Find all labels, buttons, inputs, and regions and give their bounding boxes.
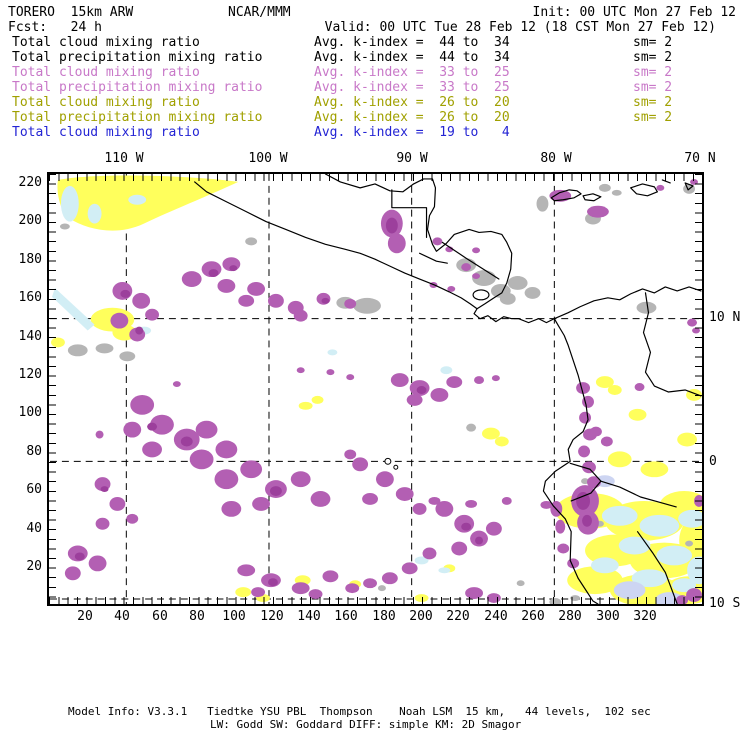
coast-jamaica: [582, 193, 602, 202]
coast-gulf-caribbean: [324, 174, 599, 604]
bottom-axis-label: 260: [521, 609, 545, 624]
legend-row-sm: sm= 2: [633, 35, 673, 50]
right-axis-label: 10 S: [709, 596, 740, 611]
bottom-axis-label: 160: [334, 609, 358, 624]
left-axis-label: 80: [26, 444, 42, 459]
left-axis-label: 40: [26, 521, 42, 536]
legend-row-label: Total cloud mixing ratio: [12, 125, 200, 140]
bottom-axis-label: 20: [77, 609, 93, 624]
bottom-axis-label: 320: [633, 609, 657, 624]
legend-row-kindex: Avg. k-index = 19 to 4: [314, 125, 510, 140]
legend-row-kindex: Avg. k-index = 33 to 25: [314, 65, 510, 80]
left-axis-label: 160: [18, 290, 42, 305]
legend-row-kindex: Avg. k-index = 26 to 20: [314, 110, 510, 125]
bottom-axis-label: 240: [484, 609, 508, 624]
left-axis-label: 120: [18, 367, 42, 382]
galapagos-islands: [384, 457, 399, 470]
top-axis-label: 100 W: [248, 151, 288, 166]
bottom-axis-label: 140: [297, 609, 321, 624]
legend-row-label: Total cloud mixing ratio: [12, 35, 200, 50]
bottom-axis-label: 120: [260, 609, 284, 624]
legend-row-sm: sm= 2: [633, 110, 673, 125]
legend-row-kindex: Avg. k-index = 33 to 25: [314, 80, 510, 95]
init-time-label: Init: 00 UTC Mon 27 Feb 12: [532, 5, 737, 20]
bottom-axis-label: 220: [446, 609, 470, 624]
map-canvas: [50, 174, 702, 604]
cloud-blobs-cyan: [52, 185, 702, 593]
left-axis-label: 200: [18, 213, 42, 228]
legend-row-label: Total cloud mixing ratio: [12, 65, 200, 80]
coast-bahamas: [661, 179, 671, 184]
weather-model-plot-page: TORERO 15km ARW NCAR/MMM Init: 00 UTC Mo…: [0, 0, 740, 740]
bottom-axis-label: 180: [372, 609, 396, 624]
bottom-axis-label: 280: [558, 609, 582, 624]
legend-row-sm: sm= 2: [633, 65, 673, 80]
top-axis-label: 90 W: [396, 151, 428, 166]
right-axis-label: 0: [709, 454, 717, 469]
coast-south-america-north: [553, 286, 702, 320]
bottom-axis-label: 60: [152, 609, 168, 624]
left-axis-label: 220: [18, 175, 42, 190]
border-el-salvador: [418, 252, 448, 264]
left-axis-label: 60: [26, 482, 42, 497]
left-axis-label: 100: [18, 405, 42, 420]
legend-row-label: Total precipitation mixing ratio: [12, 80, 263, 95]
left-axis-label: 20: [26, 559, 42, 574]
lake-nicaragua: [472, 289, 490, 301]
legend-row-label: Total precipitation mixing ratio: [12, 50, 263, 65]
top-axis-label: 70 N: [684, 151, 716, 166]
legend-row-sm: sm= 2: [633, 50, 673, 65]
page-title: TORERO 15km ARW: [8, 5, 134, 20]
bottom-axis-label: 40: [114, 609, 130, 624]
right-axis-label: 10 N: [709, 310, 740, 325]
left-axis-label: 180: [18, 252, 42, 267]
legend-row-kindex: Avg. k-index = 44 to 34: [314, 50, 510, 65]
valid-time-label: Valid: 00 UTC Tue 28 Feb 12 (18 CST Mon …: [324, 20, 716, 35]
border-honduras-nicaragua: [441, 241, 500, 280]
left-axis-label: 140: [18, 329, 42, 344]
legend-row-label: Total precipitation mixing ratio: [12, 110, 263, 125]
legend-row-kindex: Avg. k-index = 26 to 20: [314, 95, 510, 110]
bottom-axis-label: 80: [189, 609, 205, 624]
forecast-hour-label: Fcst: 24 h: [8, 20, 102, 35]
model-physics-line: LW: Godd SW: Goddard DIFF: simple KM: 2D…: [210, 718, 522, 731]
legend-row-label: Total cloud mixing ratio: [12, 95, 200, 110]
legend-row-kindex: Avg. k-index = 44 to 34: [314, 35, 510, 50]
bottom-axis-label: 300: [596, 609, 620, 624]
top-axis-label: 80 W: [540, 151, 572, 166]
org-label: NCAR/MMM: [228, 5, 291, 20]
legend-row-sm: sm= 2: [633, 80, 673, 95]
coast-hispaniola: [630, 183, 658, 197]
map-frame: [47, 172, 704, 606]
cloud-blobs-yellow: [51, 175, 702, 604]
bottom-axis-label: 200: [409, 609, 433, 624]
legend-row-sm: sm= 2: [633, 95, 673, 110]
bottom-axis-label: 100: [222, 609, 246, 624]
top-axis-label: 110 W: [104, 151, 144, 166]
model-info-line: Model Info: V3.3.1 Tiedtke YSU PBL Thomp…: [68, 705, 651, 718]
